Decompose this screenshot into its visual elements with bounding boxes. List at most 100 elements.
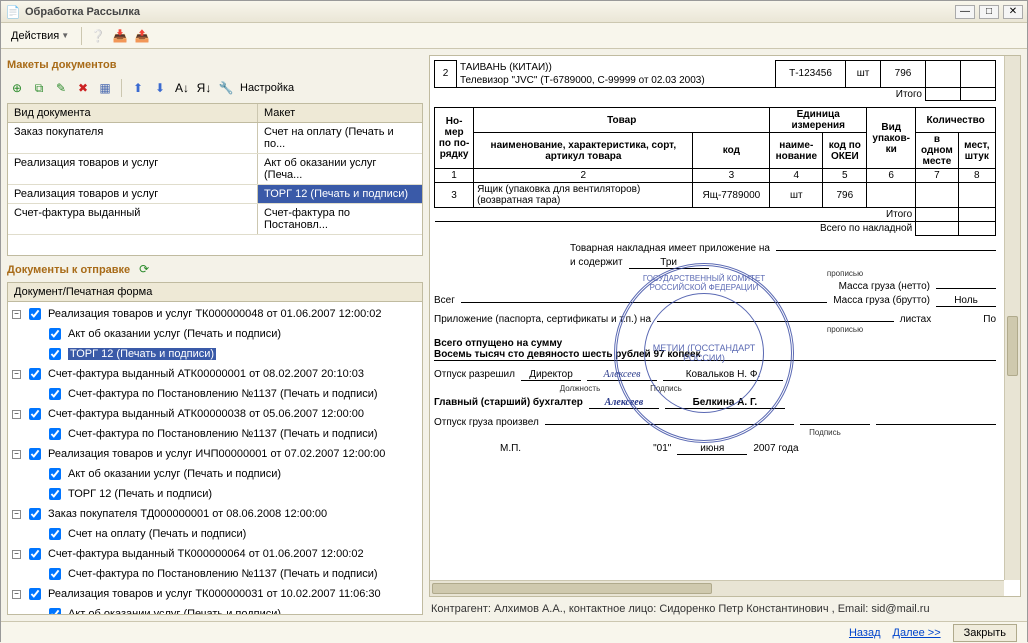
add-icon[interactable]: ⊕ [9, 80, 25, 96]
template-row[interactable]: Счет-фактура выданныйСчет-фактура по Пос… [8, 204, 422, 235]
expander-icon[interactable]: − [12, 510, 21, 519]
tree-label[interactable]: ТОРГ 12 (Печать и подписи) [68, 348, 216, 360]
tree-checkbox[interactable] [49, 348, 61, 360]
tree-label[interactable]: Счет-фактура по Постановлению №1137 (Печ… [68, 388, 378, 400]
tree-label[interactable]: Счет-фактура выданный АТК00000001 от 08.… [48, 368, 364, 380]
tree-node[interactable]: − Заказ покупателя ТД000000001 от 08.06.2… [12, 504, 418, 524]
save-icon[interactable]: ▦ [97, 80, 113, 96]
move-down-icon[interactable]: ⬇ [152, 80, 168, 96]
tree-label[interactable]: Акт об оказании услуг (Печать и подписи) [68, 608, 281, 615]
bottom-bar: Назад Далее >> Закрыть [1, 621, 1027, 643]
sort-asc-icon[interactable]: A↓ [174, 80, 190, 96]
tree-label[interactable]: Акт об оказании услуг (Печать и подписи) [68, 328, 281, 340]
tree-checkbox[interactable] [49, 568, 61, 580]
settings-label[interactable]: Настройка [240, 82, 294, 94]
tree-node[interactable]: − Счет-фактура выданный АТК00000038 от 05… [12, 404, 418, 424]
tree-label[interactable]: Счет-фактура выданный ТК000000064 от 01.… [48, 548, 364, 560]
tree-node[interactable]: − Реализация товаров и услуг ТК000000048 … [12, 304, 418, 324]
back-button[interactable]: Назад [849, 627, 881, 639]
tree-label[interactable]: Счет на оплату (Печать и подписи) [68, 528, 246, 540]
tree-node[interactable]: − Счет-фактура выданный ТК000000064 от 01… [12, 544, 418, 564]
expander-icon[interactable]: − [12, 370, 21, 379]
document-preview[interactable]: 2 ТАИВАНЬ (КИТАИ)) Т-123456 шт 796 Телев… [429, 55, 1021, 597]
tree-label[interactable]: ТОРГ 12 (Печать и подписи) [68, 488, 212, 500]
expander-icon[interactable]: − [12, 310, 21, 319]
tool-icon-2[interactable]: 📤 [134, 28, 150, 44]
tree-child-node[interactable]: ТОРГ 12 (Печать и подписи) [30, 344, 418, 364]
doc-table-header: Но- мер по по- рядку Товар Единица измер… [434, 107, 996, 236]
tree-child-node[interactable]: Счет-фактура по Постановлению №1137 (Печ… [30, 424, 418, 444]
help-icon[interactable]: ❔ [90, 28, 106, 44]
tool-icon-1[interactable]: 📥 [112, 28, 128, 44]
tree-node[interactable]: − Реализация товаров и услуг ИЧП00000001 … [12, 444, 418, 464]
horizontal-scrollbar[interactable] [430, 580, 1004, 596]
tree-label[interactable]: Счет-фактура выданный АТК00000038 от 05.… [48, 408, 364, 420]
tree-checkbox[interactable] [49, 488, 61, 500]
counterparty-info: Контрагент: Алхимов А.А., контактное лиц… [429, 597, 1021, 615]
template-row[interactable]: Заказ покупателяСчет на оплату (Печать и… [8, 123, 422, 154]
move-up-icon[interactable]: ⬆ [130, 80, 146, 96]
tree-child-node[interactable]: ТОРГ 12 (Печать и подписи) [30, 484, 418, 504]
tree-checkbox[interactable] [49, 528, 61, 540]
tree-child-node[interactable]: Акт об оказании услуг (Печать и подписи) [30, 464, 418, 484]
window-title: Обработка Рассылка [25, 6, 955, 18]
copy-icon[interactable]: ⧉ [31, 80, 47, 96]
tree-label[interactable]: Акт об оказании услуг (Печать и подписи) [68, 468, 281, 480]
template-row[interactable]: Реализация товаров и услугТОРГ 12 (Печат… [8, 185, 422, 204]
tree-child-node[interactable]: Акт об оказании услуг (Печать и подписи) [30, 324, 418, 344]
tree-checkbox[interactable] [29, 548, 41, 560]
sort-desc-icon[interactable]: Я↓ [196, 80, 212, 96]
tree-checkbox[interactable] [29, 588, 41, 600]
tree-checkbox[interactable] [29, 308, 41, 320]
template-layout: Счет-фактура по Постановл... [258, 204, 422, 234]
close-button[interactable]: ✕ [1003, 5, 1023, 19]
template-row[interactable]: Реализация товаров и услугАкт об оказани… [8, 154, 422, 185]
template-type: Реализация товаров и услуг [8, 154, 258, 184]
expander-icon[interactable]: − [12, 410, 21, 419]
tree-checkbox[interactable] [29, 408, 41, 420]
tree-label[interactable]: Счет-фактура по Постановлению №1137 (Печ… [68, 428, 378, 440]
templates-toolbar: ⊕ ⧉ ✎ ✖ ▦ ⬆ ⬇ A↓ Я↓ 🔧 Настройка [7, 77, 423, 99]
expander-icon[interactable]: − [12, 590, 21, 599]
tree-child-node[interactable]: Акт об оказании услуг (Печать и подписи) [30, 604, 418, 615]
tree-label[interactable]: Счет-фактура по Постановлению №1137 (Печ… [68, 568, 378, 580]
edit-icon[interactable]: ✎ [53, 80, 69, 96]
tree-checkbox[interactable] [49, 468, 61, 480]
template-type: Заказ покупателя [8, 123, 258, 153]
tree-node[interactable]: − Счет-фактура выданный АТК00000001 от 08… [12, 364, 418, 384]
delete-icon[interactable]: ✖ [75, 80, 91, 96]
close-dialog-button[interactable]: Закрыть [953, 624, 1017, 642]
col-type-header[interactable]: Вид документа [8, 104, 258, 122]
template-type: Реализация товаров и услуг [8, 185, 258, 203]
col-layout-header[interactable]: Макет [258, 104, 422, 122]
templates-header: Макеты документов [7, 55, 423, 73]
expander-icon[interactable]: − [12, 550, 21, 559]
maximize-button[interactable]: □ [979, 5, 999, 19]
next-button[interactable]: Далее >> [893, 627, 941, 639]
tree-checkbox[interactable] [49, 608, 61, 615]
tree-label[interactable]: Реализация товаров и услуг ИЧП00000001 о… [48, 448, 385, 460]
tree-child-node[interactable]: Счет-фактура по Постановлению №1137 (Печ… [30, 384, 418, 404]
tree-label[interactable]: Реализация товаров и услуг ТК000000048 о… [48, 308, 381, 320]
total-label: Всего отпущено на сумму [434, 338, 996, 349]
tree-checkbox[interactable] [49, 388, 61, 400]
expander-icon[interactable]: − [12, 450, 21, 459]
tree-child-node[interactable]: Счет-фактура по Постановлению №1137 (Печ… [30, 564, 418, 584]
tree-checkbox[interactable] [49, 328, 61, 340]
tree-checkbox[interactable] [29, 368, 41, 380]
vertical-scrollbar[interactable] [1004, 56, 1020, 580]
tree-label[interactable]: Заказ покупателя ТД000000001 от 08.06.20… [48, 508, 327, 520]
tree-child-node[interactable]: Счет на оплату (Печать и подписи) [30, 524, 418, 544]
tree-header[interactable]: Документ/Печатная форма [8, 283, 422, 302]
tree-checkbox[interactable] [29, 448, 41, 460]
minimize-button[interactable]: — [955, 5, 975, 19]
refresh-icon[interactable]: ⟳ [136, 261, 152, 277]
tree-label[interactable]: Реализация товаров и услуг ТК000000031 о… [48, 588, 381, 600]
tree-node[interactable]: − Реализация товаров и услуг ТК000000031 … [12, 584, 418, 604]
total-words: Восемь тысяч сто девяносто шесть рублей … [434, 349, 996, 361]
tree-checkbox[interactable] [49, 428, 61, 440]
settings-icon[interactable]: 🔧 [218, 80, 234, 96]
separator [81, 27, 82, 45]
tree-checkbox[interactable] [29, 508, 41, 520]
actions-menu[interactable]: Действия ▼ [7, 28, 73, 44]
